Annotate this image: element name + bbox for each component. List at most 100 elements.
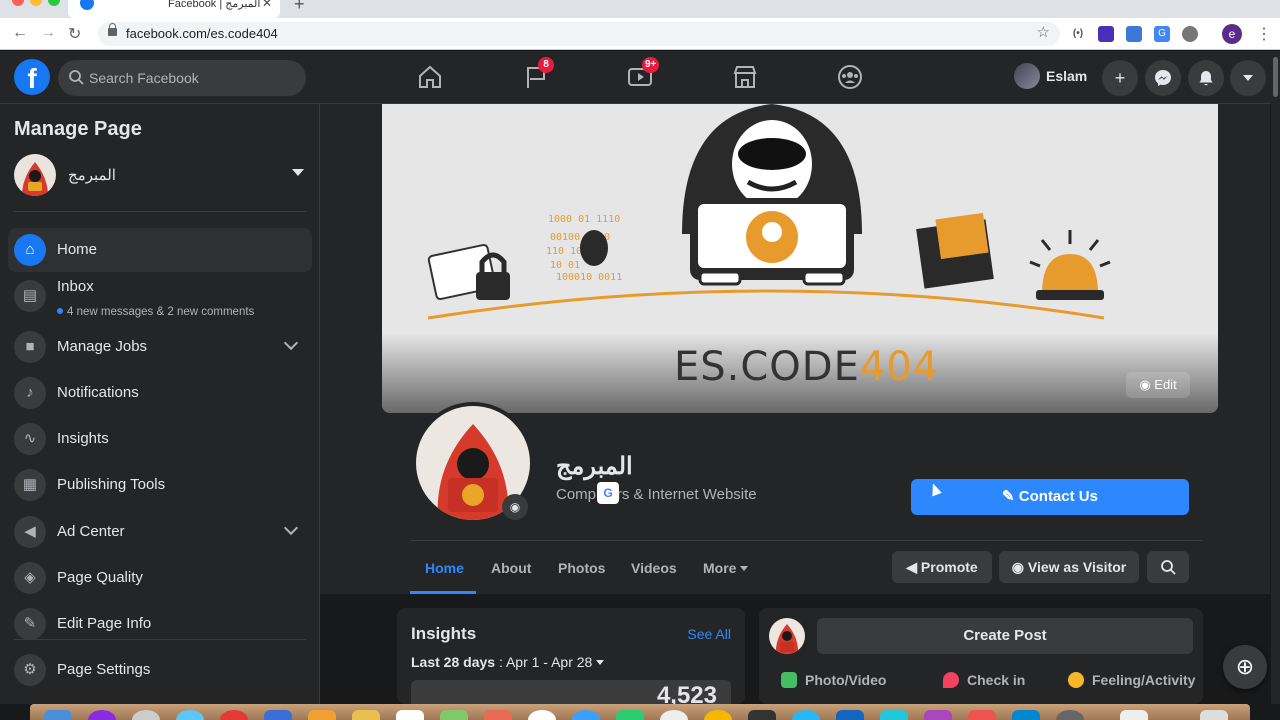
window-close-dot[interactable] <box>12 0 24 6</box>
sidebar-item-insights[interactable]: ∿ Insights <box>8 417 312 461</box>
reload-button[interactable]: ↻ <box>68 24 81 44</box>
scrollbar-thumb[interactable] <box>1273 57 1278 97</box>
chevron-down-icon <box>283 335 299 351</box>
dock-app-icon[interactable] <box>924 710 952 720</box>
sidebar-item-label: Page Settings <box>57 661 151 678</box>
dock-app-icon[interactable] <box>264 710 292 720</box>
dock-app-icon[interactable] <box>792 710 820 720</box>
extension-cube-icon[interactable] <box>1098 26 1114 42</box>
dock-app-icon[interactable] <box>132 710 160 720</box>
search-input[interactable]: Search Facebook <box>58 60 306 96</box>
dock-app-icon[interactable] <box>836 710 864 720</box>
browser-tab[interactable]: Facebook | المبرمج ✕ <box>68 0 280 18</box>
flag-icon[interactable]: 8 <box>522 57 554 93</box>
account-menu-icon[interactable] <box>1230 60 1266 96</box>
dock-app-icon[interactable] <box>176 710 204 720</box>
tabs-divider <box>410 540 1202 541</box>
dock-app-icon[interactable] <box>528 710 556 720</box>
window-zoom-dot[interactable] <box>48 0 60 6</box>
bookmark-star-icon[interactable]: ☆ <box>1037 23 1050 41</box>
dock-app-icon[interactable] <box>1012 710 1040 720</box>
dock-app-icon[interactable] <box>572 710 600 720</box>
new-message-button[interactable]: ⊕ <box>1223 645 1267 689</box>
create-button[interactable]: + <box>1102 60 1138 96</box>
page-switcher[interactable]: المبرمج <box>14 154 304 198</box>
sidebar-item-publishing-tools[interactable]: ▦ Publishing Tools <box>8 463 312 507</box>
dock-app-icon[interactable] <box>308 710 336 720</box>
page-avatar <box>14 154 56 196</box>
dock-app-icon[interactable] <box>1120 710 1148 720</box>
dock-app-icon[interactable] <box>704 710 732 720</box>
see-all-link[interactable]: See All <box>687 626 731 642</box>
extension-gear-icon[interactable] <box>1182 26 1198 42</box>
dock-app-icon[interactable] <box>660 710 688 720</box>
tab-close-icon[interactable]: ✕ <box>262 0 272 10</box>
dock-trash-icon[interactable] <box>1200 710 1228 720</box>
watch-icon[interactable]: 9+ <box>626 57 660 93</box>
sidebar-item-page-settings[interactable]: ⚙ Page Settings <box>8 648 312 692</box>
sidebar-item-label: Page Quality <box>57 569 143 586</box>
dock-app-icon[interactable] <box>1056 710 1084 720</box>
sidebar-item-home[interactable]: ⌂ Home <box>8 228 312 272</box>
tab-home[interactable]: Home <box>425 560 464 576</box>
extension-translate-icon[interactable]: G <box>1154 26 1170 42</box>
create-post-button[interactable]: Create Post <box>817 618 1193 654</box>
translate-icon[interactable]: G <box>597 482 619 504</box>
page-switcher-name: المبرمج <box>68 167 116 184</box>
dock-app-icon[interactable] <box>396 710 424 720</box>
back-button[interactable]: ← <box>12 24 28 42</box>
tab-about[interactable]: About <box>491 560 531 576</box>
sidebar-item-label: Inbox <box>57 278 94 295</box>
create-post-card: Create Post Photo/Video Check in Feeling… <box>759 608 1203 704</box>
dock-app-icon[interactable] <box>220 710 248 720</box>
contact-us-button[interactable]: ✎ Contact Us <box>911 479 1189 515</box>
notifications-icon[interactable] <box>1188 60 1224 96</box>
browser-profile-avatar[interactable]: e <box>1222 24 1242 44</box>
check-in-button[interactable]: Check in <box>943 672 1025 688</box>
tab-photos[interactable]: Photos <box>558 560 605 576</box>
edit-cover-button[interactable]: ◉ Edit <box>1126 372 1190 398</box>
browser-menu-icon[interactable]: ⋮ <box>1256 24 1272 44</box>
dock-app-icon[interactable] <box>352 710 380 720</box>
dock-finder-icon[interactable] <box>44 710 72 720</box>
tab-videos[interactable]: Videos <box>631 560 677 576</box>
page-search-button[interactable] <box>1147 551 1189 583</box>
dock-app-icon[interactable] <box>968 710 996 720</box>
forward-button[interactable]: → <box>40 24 56 42</box>
inbox-summary: 4 new messages & 2 new comments <box>57 306 254 318</box>
feeling-activity-button[interactable]: Feeling/Activity <box>1068 672 1195 688</box>
dock-app-icon[interactable] <box>880 710 908 720</box>
inbox-icon: ▤ <box>14 280 46 312</box>
camera-icon[interactable]: ◉ <box>502 494 528 520</box>
home-icon[interactable] <box>416 63 446 93</box>
sidebar-item-page-quality[interactable]: ◈ Page Quality <box>8 556 312 600</box>
dock-app-icon[interactable] <box>88 710 116 720</box>
dock-app-icon[interactable] <box>484 710 512 720</box>
promote-button[interactable]: ◀ Promote <box>892 551 992 583</box>
sidebar-item-notifications[interactable]: ♪ Notifications <box>8 371 312 415</box>
facebook-logo-icon[interactable]: f <box>14 59 50 95</box>
url-field[interactable]: facebook.com/es.code404 ☆ <box>98 22 1060 46</box>
window-minimize-dot[interactable] <box>30 0 42 6</box>
dock-app-icon[interactable] <box>440 710 468 720</box>
dock-app-icon[interactable] <box>616 710 644 720</box>
sidebar-item-inbox[interactable]: ▤ Inbox 4 new messages & 2 new comments <box>8 274 312 318</box>
dock-app-icon[interactable] <box>748 710 776 720</box>
extension-calendar-icon[interactable] <box>1126 26 1142 42</box>
sidebar-item-ad-center[interactable]: ◀ Ad Center <box>8 510 312 554</box>
user-avatar <box>1014 63 1040 89</box>
cover-photo[interactable]: 1000 01 1110 00100 1 00 110 10 10 01 100… <box>382 104 1218 413</box>
groups-icon[interactable] <box>836 63 866 93</box>
marketplace-icon[interactable] <box>731 63 761 93</box>
extension-rss-icon[interactable]: (•) <box>1070 26 1086 42</box>
sidebar-item-manage-jobs[interactable]: ■ Manage Jobs <box>8 325 312 369</box>
messenger-icon[interactable] <box>1145 60 1181 96</box>
date-range-selector[interactable]: Last 28 days : Apr 1 - Apr 28 <box>411 654 605 670</box>
new-tab-button[interactable]: + <box>294 0 305 15</box>
photo-video-button[interactable]: Photo/Video <box>781 672 886 688</box>
view-as-visitor-button[interactable]: ◉ View as Visitor <box>999 551 1139 583</box>
sidebar-item-label: Insights <box>57 430 109 447</box>
page-scrollbar[interactable] <box>1271 51 1280 704</box>
insights-title: Insights <box>411 624 477 643</box>
tab-more[interactable]: More <box>703 560 749 576</box>
